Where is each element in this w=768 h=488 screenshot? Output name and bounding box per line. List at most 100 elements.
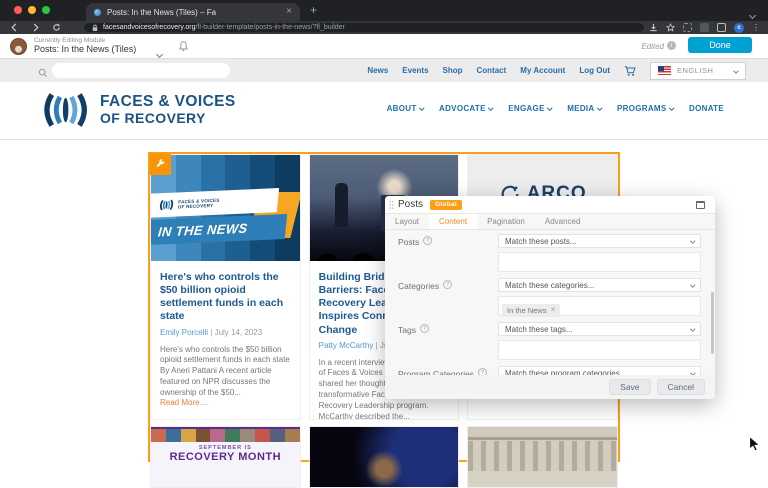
help-icon[interactable]: ? <box>443 280 452 289</box>
search-icon <box>38 65 48 83</box>
builder-module-title: Posts: In the News (Tiles) <box>34 44 136 54</box>
nav-media[interactable]: MEDIA <box>567 104 601 113</box>
search-input[interactable] <box>52 63 230 78</box>
us-flag-icon <box>658 66 671 75</box>
chevron-down-icon <box>669 105 674 110</box>
utility-link-news[interactable]: News <box>367 66 388 75</box>
post-author-link[interactable]: Emily Porcelli <box>160 328 208 337</box>
done-button[interactable]: Done <box>688 37 752 53</box>
nav-advocate[interactable]: ADVOCATE <box>439 104 492 113</box>
extension-icon[interactable] <box>700 23 709 32</box>
utility-link-events[interactable]: Events <box>402 66 428 75</box>
capitol-photo <box>468 427 617 487</box>
logo-text: FACES & VOICES OF RECOVERY <box>100 94 236 126</box>
tab-advanced[interactable]: Advanced <box>535 214 591 229</box>
forward-icon[interactable] <box>31 23 40 32</box>
close-window-button[interactable] <box>14 6 22 14</box>
save-button[interactable]: Save <box>609 379 650 395</box>
program-categories-match-select[interactable]: Match these program categories... <box>498 366 701 375</box>
edited-status-label: Edited <box>641 42 664 51</box>
drag-handle-icon[interactable] <box>389 200 394 210</box>
chevron-down-icon <box>488 105 493 110</box>
address-bar[interactable]: facesandvoicesofrecovery.org/fl-builder-… <box>84 23 644 32</box>
chevron-down-icon <box>597 105 602 110</box>
chevron-down-icon <box>547 105 552 110</box>
mouse-cursor <box>748 436 762 457</box>
nav-engage[interactable]: ENGAGE <box>508 104 551 113</box>
browser-tab-strip: Posts: In the News (Tiles) – Fa × + <box>0 0 768 21</box>
read-more-link[interactable]: Read More… <box>160 398 208 407</box>
help-icon[interactable]: ? <box>423 236 432 245</box>
modal-scrollbar[interactable] <box>711 292 714 354</box>
post-author-link[interactable]: Patty McCarthy <box>319 341 374 350</box>
language-selector[interactable]: ENGLISH <box>650 62 746 80</box>
posts-value-box[interactable] <box>498 252 701 272</box>
post-title[interactable]: Here's who controls the $50 billion opio… <box>160 271 291 324</box>
field-program-categories: Program Categories? Match these program … <box>398 366 701 375</box>
faces-collage-strip <box>151 429 300 442</box>
cancel-button[interactable]: Cancel <box>657 379 705 395</box>
extension-icon-2[interactable] <box>717 23 726 32</box>
download-icon[interactable] <box>649 23 658 32</box>
site-logo[interactable]: FACES & VOICES OF RECOVERY <box>38 90 236 130</box>
back-icon[interactable] <box>10 23 19 32</box>
utility-link-shop[interactable]: Shop <box>443 66 463 75</box>
utility-link-contact[interactable]: Contact <box>477 66 507 75</box>
new-tab-button[interactable]: + <box>310 3 317 17</box>
category-chip[interactable]: In the News× <box>502 304 560 317</box>
interview-photo <box>310 427 459 487</box>
tab-layout[interactable]: Layout <box>385 214 429 229</box>
field-categories: Categories? Match these categories... In… <box>398 278 701 316</box>
tab-close-icon[interactable]: × <box>286 7 292 17</box>
browser-toolbar-right: c ⋮ <box>649 22 760 33</box>
modal-body: Posts? Match these posts... Categories? … <box>385 230 715 375</box>
utility-link-my-account[interactable]: My Account <box>520 66 565 75</box>
tags-match-select[interactable]: Match these tags... <box>498 322 701 336</box>
post-card-5[interactable] <box>309 426 460 488</box>
modal-header[interactable]: Posts Global <box>385 196 715 214</box>
lock-icon <box>92 24 98 32</box>
posts-settings-modal: Posts Global Layout Content Pagination A… <box>385 196 715 399</box>
remove-chip-icon[interactable]: × <box>551 306 556 314</box>
profile-avatar[interactable]: c <box>734 23 744 33</box>
post-card-4[interactable]: SEPTEMBER IS RECOVERY MONTH <box>150 426 301 488</box>
tags-value-box[interactable] <box>498 340 701 360</box>
post-card-1-image: FACES & VOICES OF RECOVERY IN THE NEWS <box>151 155 300 261</box>
post-card-1-body: Here's who controls the $50 billion opio… <box>151 261 300 419</box>
categories-value-box[interactable]: In the News× <box>498 296 701 316</box>
edited-info-icon[interactable]: i <box>667 41 676 50</box>
logo-mark-icon <box>157 199 174 212</box>
categories-match-select[interactable]: Match these categories... <box>498 278 701 292</box>
post-card-6[interactable] <box>467 426 618 488</box>
nav-donate[interactable]: DONATE <box>689 104 724 113</box>
help-icon[interactable]: ? <box>478 368 487 375</box>
main-nav: ABOUT ADVOCATE ENGAGE MEDIA PROGRAMS DON… <box>387 104 724 113</box>
nav-programs[interactable]: PROGRAMS <box>617 104 673 113</box>
minimize-window-button[interactable] <box>28 6 36 14</box>
language-label: ENGLISH <box>677 66 728 75</box>
window-resize-icon[interactable] <box>696 201 705 209</box>
chevron-down-icon <box>419 105 424 110</box>
modal-title: Posts <box>398 199 423 210</box>
edit-module-wrench-icon[interactable] <box>150 154 171 175</box>
cart-icon[interactable] <box>624 65 636 77</box>
browser-menu-icon[interactable]: ⋮ <box>752 24 760 32</box>
browser-tab[interactable]: Posts: In the News (Tiles) – Fa × <box>86 3 300 21</box>
screenshot-extension-icon[interactable] <box>683 23 692 32</box>
maximize-window-button[interactable] <box>42 6 50 14</box>
bookmark-star-icon[interactable] <box>666 23 675 32</box>
tab-pagination[interactable]: Pagination <box>477 214 535 229</box>
posts-match-select[interactable]: Match these posts... <box>498 234 701 248</box>
post-meta: Emily Porcelli | July 14, 2023 <box>160 328 291 337</box>
utility-nav: News Events Shop Contact My Account Log … <box>367 59 746 82</box>
modal-tabs: Layout Content Pagination Advanced <box>385 214 715 230</box>
recovery-month-graphic: SEPTEMBER IS RECOVERY MONTH <box>151 427 300 487</box>
utility-link-log-out[interactable]: Log Out <box>579 66 610 75</box>
post-card-1[interactable]: FACES & VOICES OF RECOVERY IN THE NEWS H… <box>150 154 301 420</box>
reload-icon[interactable] <box>52 23 61 32</box>
notifications-bell-icon[interactable] <box>178 39 189 57</box>
nav-about[interactable]: ABOUT <box>387 104 423 113</box>
tab-favicon <box>94 9 101 16</box>
help-icon[interactable]: ? <box>420 324 429 333</box>
tab-content[interactable]: Content <box>429 214 477 229</box>
